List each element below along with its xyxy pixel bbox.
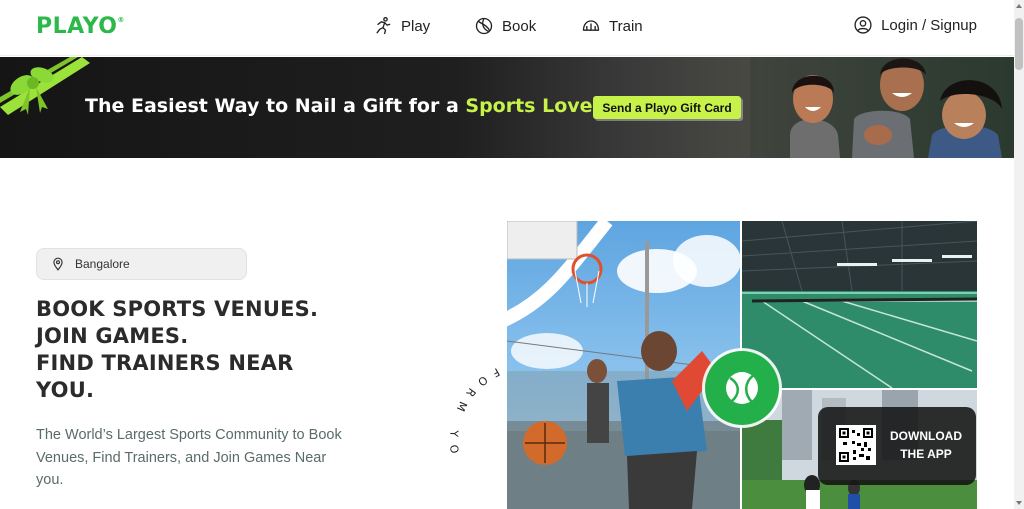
- runner-icon: [376, 17, 391, 35]
- nav-book[interactable]: Book: [474, 16, 536, 36]
- user-icon: [854, 16, 872, 34]
- login-label: Login / Signup: [881, 16, 977, 34]
- location-selector[interactable]: Bangalore: [36, 248, 247, 280]
- scroll-up-arrow-icon[interactable]: [1016, 4, 1022, 8]
- location-label: Bangalore: [75, 257, 130, 271]
- gift-ribbon-icon: [0, 57, 90, 115]
- ball-icon: [475, 17, 493, 35]
- nav-play-label: Play: [401, 17, 431, 35]
- login-signup-link[interactable]: Login / Signup: [853, 15, 977, 35]
- send-gift-card-button[interactable]: Send a Playo Gift Card: [593, 96, 741, 119]
- logo-text: PLAYO: [36, 14, 118, 39]
- nav-book-label: Book: [502, 17, 537, 35]
- nav-train[interactable]: Train: [581, 16, 643, 36]
- headline-line-1: BOOK SPORTS VENUES.: [36, 297, 319, 321]
- qr-code-image: [836, 425, 876, 465]
- banner-text-highlight: Sports Lover: [465, 95, 602, 117]
- gift-card-banner[interactable]: The Easiest Way to Nail a Gift for a Spo…: [0, 57, 1014, 158]
- logo-registered-mark: ®: [117, 16, 125, 24]
- tennis-ball-button[interactable]: [705, 351, 779, 425]
- download-line-1: DOWNLOAD: [890, 429, 962, 443]
- scroll-down-arrow-icon[interactable]: [1016, 501, 1022, 505]
- download-app-label: DOWNLOAD THE APP: [886, 427, 966, 463]
- headline-line-4: YOU.: [36, 378, 95, 402]
- nav-play[interactable]: Play: [373, 16, 430, 36]
- basketball-photo: [507, 221, 740, 509]
- banner-headline: The Easiest Way to Nail a Gift for a Spo…: [85, 95, 602, 117]
- helmet-icon: [582, 20, 600, 31]
- top-header: PLAYO® Play Book Train Login / Signup: [0, 0, 1014, 56]
- headline-line-2: JOIN GAMES.: [36, 324, 189, 348]
- banner-people-photo: [750, 57, 1014, 158]
- badminton-court-photo: [742, 221, 977, 388]
- banner-text-main: The Easiest Way to Nail a Gift for a: [85, 95, 466, 117]
- location-pin-icon: [53, 257, 63, 271]
- hero-subtext: The World’s Largest Sports Community to …: [36, 427, 342, 488]
- scroll-thumb[interactable]: [1015, 18, 1023, 70]
- hero-headline: BOOK SPORTS VENUES. JOIN GAMES. FIND TRA…: [36, 296, 356, 404]
- playo-logo[interactable]: PLAYO®: [36, 14, 125, 39]
- nav-train-label: Train: [609, 17, 643, 35]
- page-scrollbar[interactable]: [1014, 0, 1024, 509]
- download-line-2: THE APP: [900, 447, 952, 461]
- headline-line-3: FIND TRAINERS NEAR: [36, 351, 294, 375]
- download-app-card[interactable]: DOWNLOAD THE APP: [818, 407, 976, 485]
- tennis-ball-icon: [726, 372, 758, 404]
